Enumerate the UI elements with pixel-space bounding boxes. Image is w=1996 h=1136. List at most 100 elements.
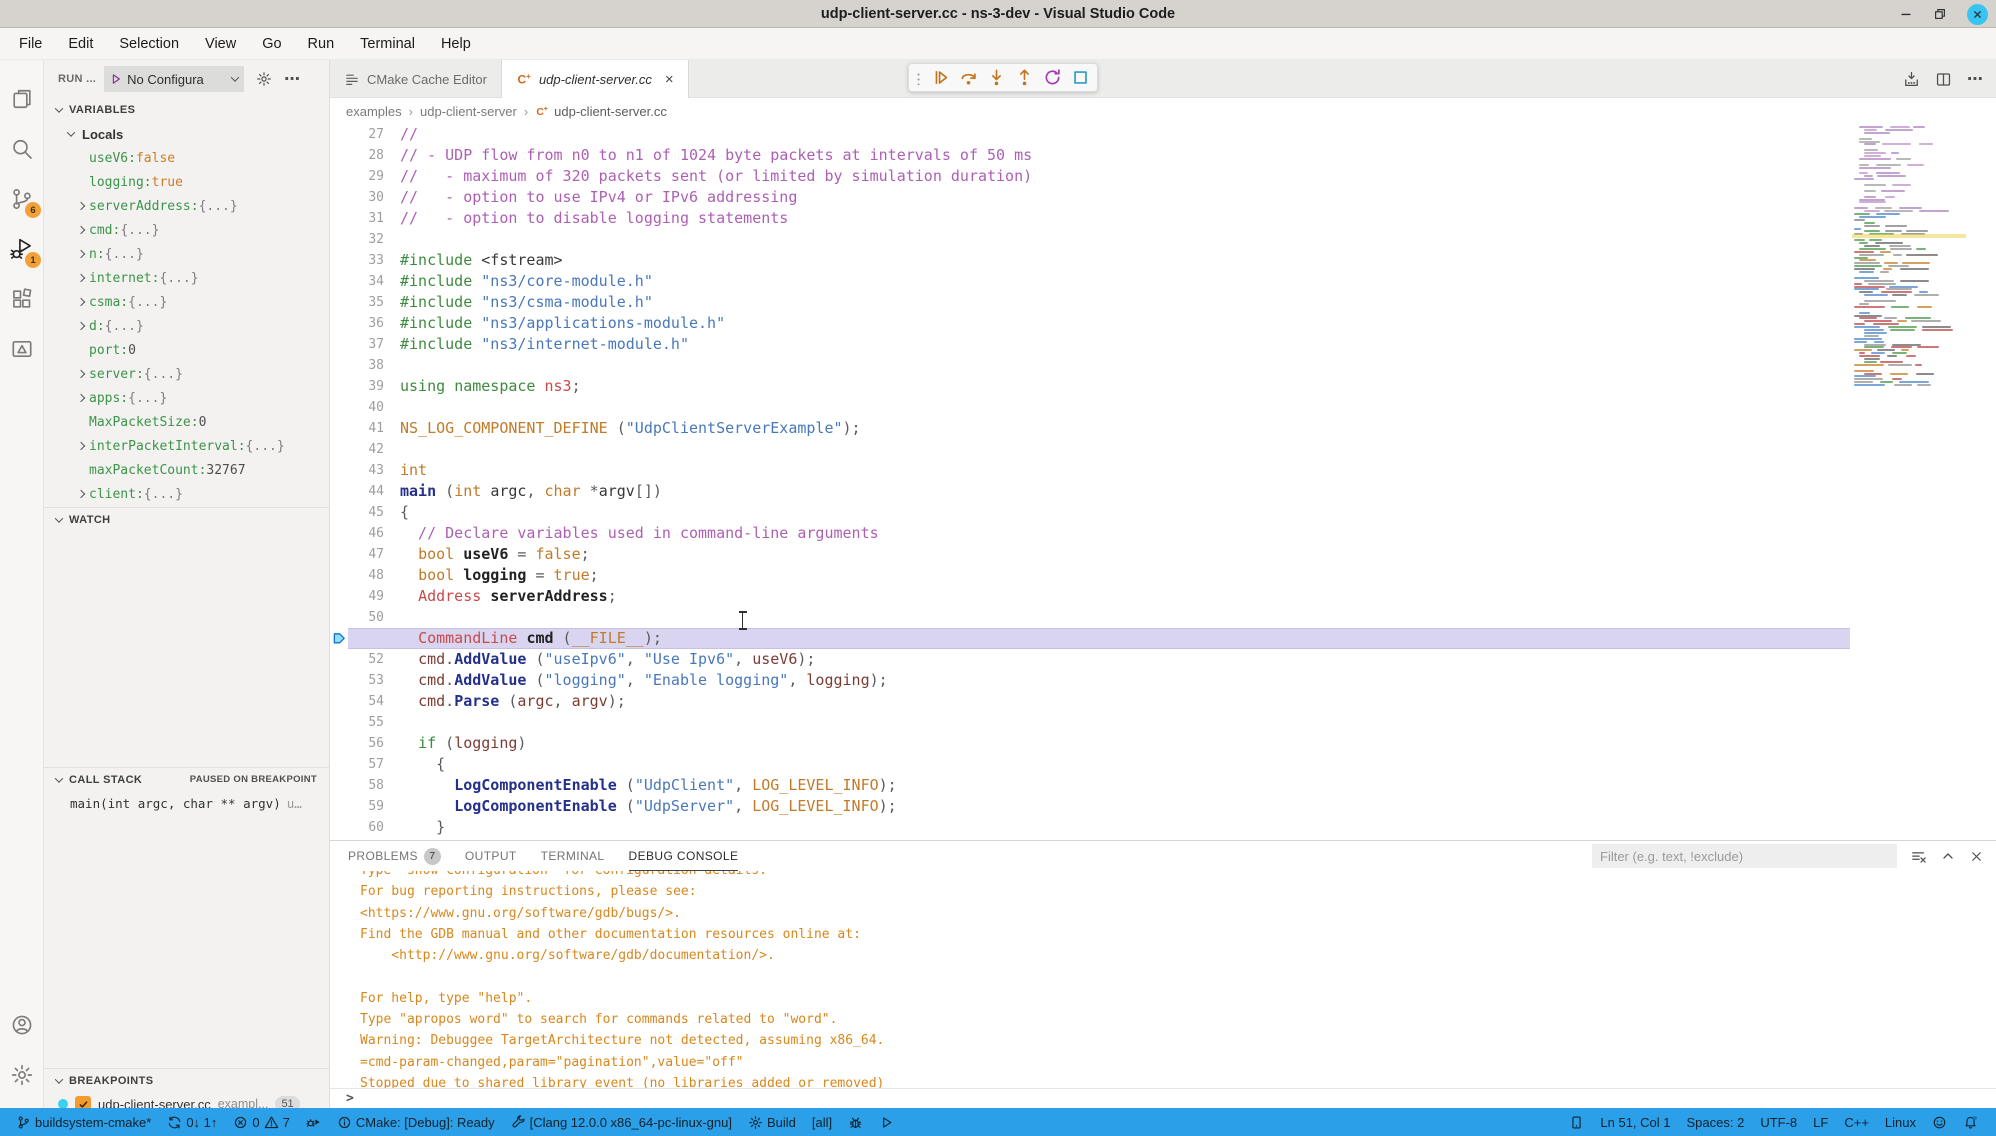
gutter-glyph[interactable] [330,670,348,691]
variable-row-apps[interactable]: apps: {...} [44,386,329,410]
activity-source-control[interactable]: 6 [0,174,44,224]
code-line-59[interactable]: 59 LogComponentEnable ("UdpServer", LOG_… [330,796,1996,817]
gutter-glyph[interactable] [330,691,348,712]
activity-files[interactable] [0,74,44,124]
activity-account[interactable] [0,1000,44,1050]
line-number[interactable]: 49 [348,589,384,604]
line-number[interactable]: 48 [348,568,384,583]
gutter-glyph[interactable] [330,733,348,754]
gutter-glyph[interactable] [330,418,348,439]
variable-row-server[interactable]: server: {...} [44,362,329,386]
gutter-glyph[interactable] [330,124,348,145]
line-number[interactable]: 59 [348,799,384,814]
console-filter-input[interactable] [1592,844,1897,868]
activity-search[interactable] [0,124,44,174]
code-line-38[interactable]: 38 [330,355,1996,376]
gutter-glyph[interactable] [330,355,348,376]
code-editor[interactable]: 27//28// - UDP flow from n0 to n1 of 102… [330,124,1996,840]
status-item--clang-12-0-0-x86-64-pc-linux-gnu-[interactable]: [Clang 12.0.0 x86_64-pc-linux-gnu] [503,1108,740,1136]
line-number[interactable]: 27 [348,127,384,142]
gutter-glyph[interactable] [330,796,348,817]
line-number[interactable]: 47 [348,547,384,562]
code-line-29[interactable]: 29// - maximum of 320 packets sent (or l… [330,166,1996,187]
line-number[interactable]: 41 [348,421,384,436]
gutter-glyph[interactable] [330,607,348,628]
gutter-glyph[interactable] [330,565,348,586]
line-number[interactable]: 44 [348,484,384,499]
status-item-play[interactable] [871,1108,902,1136]
close-panel-icon[interactable] [1969,849,1984,864]
menu-item-help[interactable]: Help [428,28,484,60]
variable-row-d[interactable]: d: {...} [44,314,329,338]
chevron-right-icon[interactable] [78,491,89,497]
status-item-cmake-debug-ready[interactable]: CMake: [Debug]: Ready [329,1108,503,1136]
gutter-glyph[interactable] [330,586,348,607]
code-line-57[interactable]: 57 { [330,754,1996,775]
close-window-icon[interactable] [1967,4,1988,25]
status-item-linux[interactable]: Linux [1877,1108,1924,1136]
minimap[interactable] [1852,126,1966,394]
code-line-37[interactable]: 37#include "ns3/internet-module.h" [330,334,1996,355]
variable-row-client[interactable]: client: {...} [44,482,329,506]
code-line-54[interactable]: 54 cmd.Parse (argc, argv); [330,691,1996,712]
gutter-glyph[interactable] [330,397,348,418]
panel-tab-problems[interactable]: PROBLEMS7 [348,841,441,871]
menu-item-go[interactable]: Go [249,28,294,60]
stop-icon[interactable] [1071,68,1090,87]
code-line-31[interactable]: 31// - option to disable logging stateme… [330,208,1996,229]
launch-config-dropdown[interactable]: No Configura [104,66,244,92]
split-editor-icon[interactable] [1935,71,1952,88]
line-number[interactable]: 42 [348,442,384,457]
editor-more-actions-icon[interactable]: ⋯ [1967,69,1984,89]
line-number[interactable]: 52 [348,652,384,667]
code-line-33[interactable]: 33#include <fstream> [330,250,1996,271]
code-line-40[interactable]: 40 [330,397,1996,418]
line-number[interactable]: 36 [348,316,384,331]
code-line-45[interactable]: 45{ [330,502,1996,523]
code-line-55[interactable]: 55 [330,712,1996,733]
variable-row-cmd[interactable]: cmd: {...} [44,218,329,242]
line-number[interactable]: 43 [348,463,384,478]
variable-row-n[interactable]: n: {...} [44,242,329,266]
debug-console-prompt[interactable]: > [330,1088,1996,1108]
gutter-glyph[interactable] [330,334,348,355]
activity-debug[interactable]: 1 [0,224,44,274]
views-more-actions-icon[interactable]: ⋯ [284,69,301,89]
code-line-44[interactable]: 44main (int argc, char *argv[]) [330,481,1996,502]
code-line-56[interactable]: 56 if (logging) [330,733,1996,754]
code-line-42[interactable]: 42 [330,439,1996,460]
configure-gear-icon[interactable] [256,71,272,87]
line-number[interactable]: 58 [348,778,384,793]
gutter-glyph[interactable] [330,250,348,271]
continue-icon[interactable] [931,68,950,87]
status-item-feedback[interactable] [1924,1108,1955,1136]
line-number[interactable]: 56 [348,736,384,751]
status-item-bell[interactable] [1955,1108,1986,1136]
status-item-ln-51-col-1[interactable]: Ln 51, Col 1 [1592,1108,1678,1136]
gutter-glyph[interactable] [330,817,348,838]
chevron-right-icon[interactable] [78,275,89,281]
panel-tab-terminal[interactable]: TERMINAL [541,841,605,871]
breakpoint-hit-icon[interactable] [330,628,348,649]
status-item-lf[interactable]: LF [1805,1108,1836,1136]
gutter-glyph[interactable] [330,523,348,544]
gutter-glyph[interactable] [330,145,348,166]
step-out-icon[interactable] [1015,68,1034,87]
menu-item-terminal[interactable]: Terminal [347,28,428,60]
gutter-glyph[interactable] [330,502,348,523]
menu-item-edit[interactable]: Edit [55,28,106,60]
variable-row-port[interactable]: port: 0 [44,338,329,362]
code-line-60[interactable]: 60 } [330,817,1996,838]
line-number[interactable]: 53 [348,673,384,688]
code-line-32[interactable]: 32 [330,229,1996,250]
status-item-0-1-[interactable]: 0↓ 1↑ [159,1108,225,1136]
step-into-icon[interactable] [987,68,1006,87]
line-number[interactable]: 51 [348,631,384,646]
breadcrumb-item[interactable]: udp-client-server [420,104,517,119]
code-line-49[interactable]: 49 Address serverAddress; [330,586,1996,607]
breadcrumb-item[interactable]: C+udp-client-server.cc [535,104,667,119]
line-number[interactable]: 46 [348,526,384,541]
status-item--all-[interactable]: [all] [804,1108,840,1136]
restart-icon[interactable] [1043,68,1062,87]
variable-row-interPacketInterval[interactable]: interPacketInterval: {...} [44,434,329,458]
